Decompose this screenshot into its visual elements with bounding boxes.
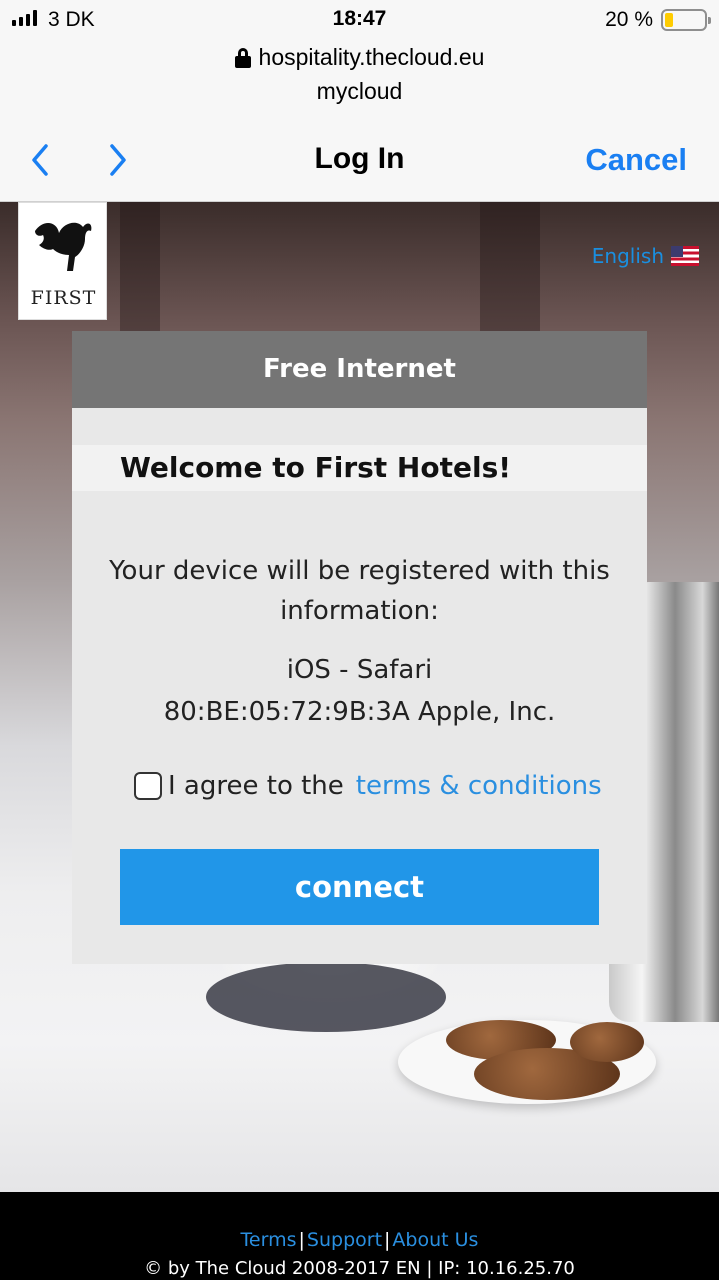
url-bar[interactable]: hospitality.thecloud.eu mycloud — [0, 40, 719, 120]
login-card: Free Internet Welcome to First Hotels! Y… — [72, 331, 647, 964]
registration-info: Your device will be registered with this… — [72, 551, 647, 631]
portal-page: FIRST English Free Internet Welcome to F… — [0, 202, 719, 1192]
copyright-text: © by The Cloud 2008-2017 EN | IP: 10.16.… — [144, 1258, 575, 1279]
info-text: Your device will be registered with this — [109, 556, 610, 586]
url-text: hospitality.thecloud.eu — [258, 44, 485, 70]
card-header: Free Internet — [72, 331, 647, 408]
us-flag-icon — [671, 246, 699, 266]
hotel-logo: FIRST — [18, 202, 107, 320]
divider: | — [384, 1229, 391, 1251]
cancel-button[interactable]: Cancel — [585, 142, 687, 178]
info-text: information: — [280, 596, 439, 626]
logo-text: FIRST — [30, 287, 97, 309]
terms-agreement: I agree to the terms & conditions — [134, 771, 602, 801]
agree-label: I agree to the — [168, 771, 344, 801]
device-browser: iOS - Safari — [286, 655, 433, 685]
background-decoration — [570, 1022, 644, 1062]
battery-icon — [661, 9, 711, 31]
navigation-bar: Log In Cancel — [0, 120, 719, 202]
footer-link-about[interactable]: About Us — [392, 1229, 478, 1251]
device-info: iOS - Safari 80:BE:05:72:9B:3A Apple, In… — [72, 649, 647, 733]
language-selector[interactable]: English — [592, 244, 699, 268]
footer-link-terms[interactable]: Terms — [241, 1229, 297, 1251]
footer-link-support[interactable]: Support — [307, 1229, 382, 1251]
lock-icon — [234, 47, 251, 68]
page-name: mycloud — [316, 78, 403, 104]
terms-link[interactable]: terms & conditions — [356, 771, 602, 801]
welcome-heading: Welcome to First Hotels! — [72, 445, 647, 491]
background-decoration — [206, 962, 446, 1032]
footer: Terms | Support | About Us © by The Cloud 20… — [0, 1192, 719, 1280]
footer-links: Terms | Support | About Us — [0, 1229, 719, 1251]
connect-button[interactable]: connect — [120, 849, 599, 925]
battery-percent: 20 % — [605, 8, 653, 31]
elephant-logo-icon — [35, 222, 92, 271]
divider: | — [298, 1229, 305, 1251]
status-bar: 3 DK 18:47 20 % — [0, 0, 719, 40]
agree-checkbox[interactable] — [134, 772, 162, 800]
language-label: English — [591, 244, 664, 268]
device-mac: 80:BE:05:72:9B:3A Apple, Inc. — [163, 697, 556, 727]
